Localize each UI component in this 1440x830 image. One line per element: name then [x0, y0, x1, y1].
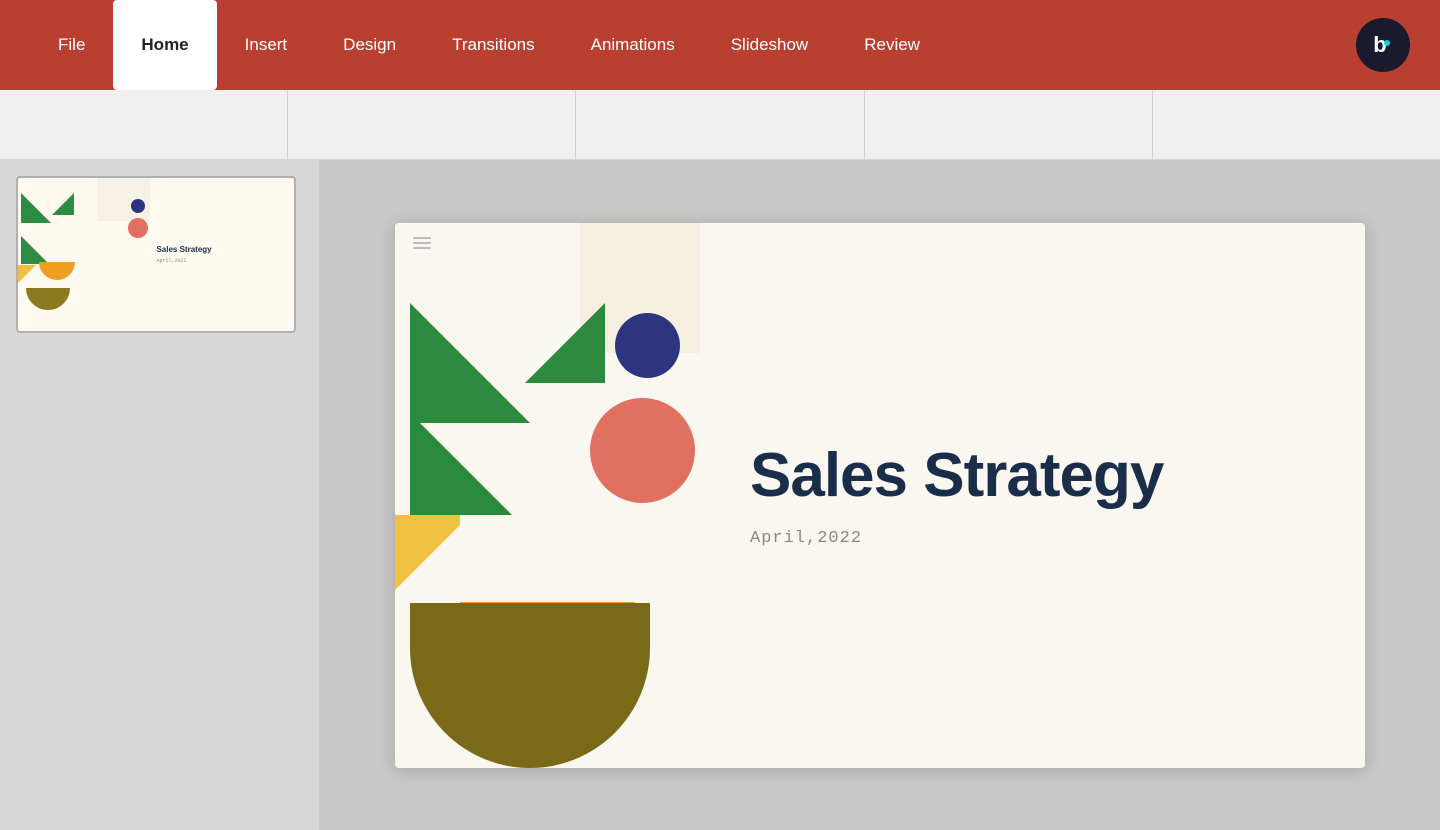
main-area: Sales Strategy April,2022	[0, 160, 1440, 830]
toolbar-section-5	[1153, 90, 1440, 159]
thumb-orange-semi	[39, 262, 75, 280]
slide-olive-semi	[410, 603, 650, 768]
thumb-green-tri-1	[21, 193, 51, 223]
slide-editor: Sales Strategy April,2022	[320, 160, 1440, 830]
thumb-beige-rect	[97, 178, 150, 221]
slide-title: Sales Strategy	[750, 442, 1315, 510]
slide-canvas: Sales Strategy April,2022	[395, 223, 1365, 768]
toolbar-section-3	[576, 90, 864, 159]
slide-menu-icon	[413, 237, 431, 249]
slide-orange-semi-top	[460, 515, 635, 602]
thumb-olive-semi	[26, 288, 70, 310]
slides-panel: Sales Strategy April,2022	[0, 160, 320, 830]
thumb-date: April,2022	[156, 258, 288, 264]
menu-home[interactable]: Home	[113, 0, 216, 90]
app-logo: b	[1356, 18, 1410, 72]
toolbar-section-2	[288, 90, 576, 159]
slide-date: April,2022	[750, 529, 1315, 548]
thumb-coral-circle	[128, 218, 148, 238]
thumb-green-tri-3	[21, 236, 49, 264]
menu-file[interactable]: File	[30, 0, 113, 90]
thumb-yellow-tri	[18, 265, 36, 283]
hamburger-line-2	[413, 242, 431, 244]
slide-yellow-tri	[395, 515, 470, 590]
menu-transitions[interactable]: Transitions	[424, 0, 563, 90]
toolbar-section-4	[865, 90, 1153, 159]
logo-dot	[1384, 40, 1390, 46]
thumb-shapes	[18, 178, 150, 331]
menu-slideshow[interactable]: Slideshow	[703, 0, 837, 90]
thumb-text: Sales Strategy April,2022	[150, 178, 294, 331]
hamburger-line-3	[413, 247, 431, 249]
slide-green-tri-2	[525, 303, 605, 383]
hamburger-line-1	[413, 237, 431, 239]
slide-navy-circle	[615, 313, 680, 378]
menu-design[interactable]: Design	[315, 0, 424, 90]
slide-green-tri-3	[410, 413, 520, 523]
slide-thumbnail-1[interactable]: Sales Strategy April,2022	[16, 176, 296, 333]
slide-coral-circle	[590, 398, 695, 503]
menu-insert[interactable]: Insert	[217, 0, 316, 90]
menu-review[interactable]: Review	[836, 0, 948, 90]
toolbar-section-1	[0, 90, 288, 159]
slide-green-tri-1	[410, 303, 530, 423]
thumb-green-tri-2	[52, 193, 74, 215]
slide-left-shapes	[395, 223, 700, 768]
slide-right-content: Sales Strategy April,2022	[700, 223, 1365, 768]
thumb-inner: Sales Strategy April,2022	[18, 178, 294, 331]
thumb-title: Sales Strategy	[156, 245, 288, 255]
toolbar-strip	[0, 90, 1440, 160]
menu-animations[interactable]: Animations	[563, 0, 703, 90]
menu-bar: File Home Insert Design Transitions Anim…	[0, 0, 1440, 90]
